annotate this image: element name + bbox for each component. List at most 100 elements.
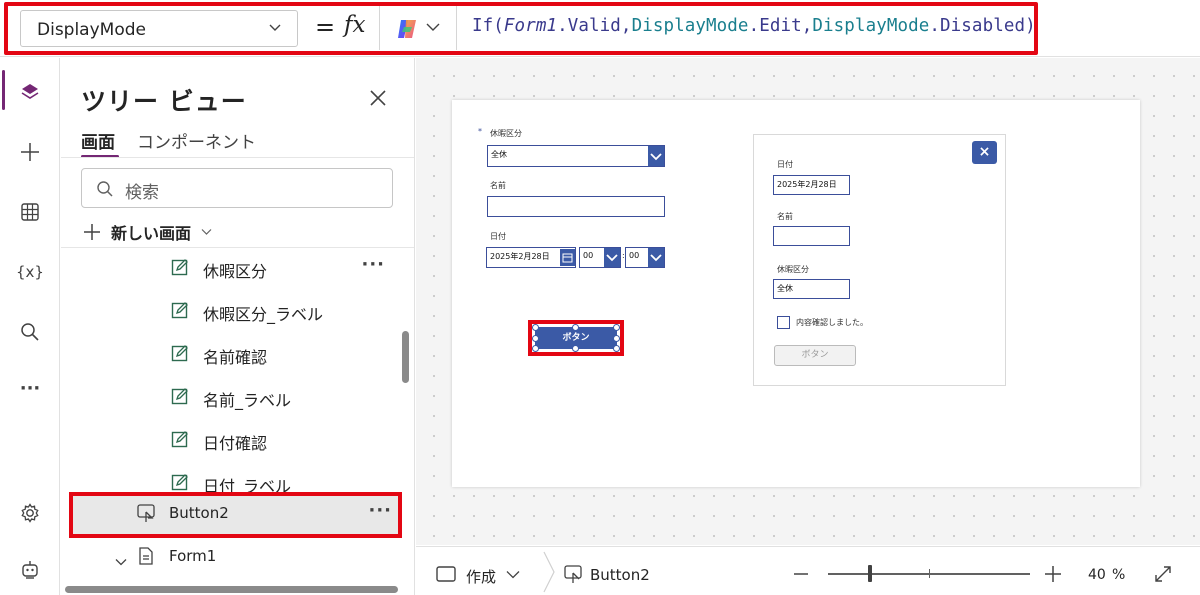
edit-icon [171,473,189,491]
formula-token: Form1 [503,16,558,36]
search-icon [97,181,113,197]
search-placeholder: 検索 [125,183,159,203]
search-input[interactable]: 検索 [81,168,393,208]
tree-item[interactable]: 日付確認 [61,420,401,460]
vertical-scrollbar[interactable] [402,331,409,383]
zoom-in-icon[interactable] [1045,566,1061,582]
tree-item[interactable]: Button2 ··· [73,494,398,534]
mode-label[interactable]: 作成 [466,566,496,587]
tree-item[interactable]: 休暇区分_ラベル [61,291,401,331]
property-dropdown[interactable]: DisplayMode [20,10,298,47]
resize-handle[interactable] [572,345,579,352]
tab-components[interactable]: コンポーネント [137,128,256,153]
disabled-button[interactable]: ボタン [774,345,856,366]
chevron-down-icon[interactable] [648,146,664,166]
chevron-down-icon[interactable] [426,22,440,32]
field-label: 日付 [490,232,506,241]
date-confirm-field[interactable]: 2025年2月28日 [773,175,850,195]
formula-bar: DisplayMode = fx If(Form1.Valid,DisplayM… [0,0,1200,57]
zoom-thumb[interactable] [868,565,872,582]
settings-icon[interactable] [18,501,42,525]
tree-item[interactable]: 休暇区分 ··· [61,248,401,288]
chevron-down-icon[interactable] [115,551,127,570]
fx-icon[interactable]: fx [344,12,365,38]
chevron-down-icon[interactable] [604,248,620,267]
selected-control[interactable]: Button2 [590,566,650,584]
close-button[interactable]: × [972,141,997,164]
chevron-down-icon[interactable] [506,570,520,579]
confirm-checkbox[interactable] [777,316,790,329]
name-input[interactable] [487,196,665,217]
chevron-down-icon [269,24,281,31]
formula-token: If( [472,16,504,36]
edit-icon [171,387,189,405]
close-icon[interactable] [368,88,388,108]
tree-item-label: 名前_ラベル [203,391,292,410]
leave-type-dropdown[interactable]: 全休 [487,145,665,167]
button-icon [564,565,582,583]
name-confirm-field[interactable] [773,226,850,246]
edit-icon [171,430,189,448]
horizontal-scrollbar[interactable] [65,586,398,593]
resize-handle[interactable] [572,324,579,331]
layers-icon[interactable] [18,80,42,104]
add-icon [84,224,100,240]
resize-handle[interactable] [532,345,539,352]
fullscreen-icon[interactable] [1154,565,1172,583]
tree-item-label: 日付確認 [203,434,268,453]
calendar-icon[interactable] [560,249,575,266]
resize-handle[interactable] [613,345,620,352]
search-icon[interactable] [18,320,42,344]
divider [61,157,414,158]
copilot-icon[interactable] [395,17,419,41]
minute-value: 00 [629,251,640,260]
tree-item[interactable]: 名前_ラベル [61,377,401,417]
more-icon[interactable]: ··· [368,500,392,521]
add-icon[interactable] [18,140,42,164]
more-icon[interactable]: ··· [18,376,42,400]
new-screen-label: 新しい画面 [111,224,192,243]
chevron-down-icon [201,229,212,235]
app-window: DisplayMode = fx If(Form1.Valid,DisplayM… [0,0,1200,595]
tree-item-label: 名前確認 [203,348,268,367]
field-label: 休暇区分 [777,265,809,274]
tree-item[interactable]: 名前確認 [61,334,401,374]
tab-screens[interactable]: 画面 [81,128,115,153]
more-icon[interactable]: ··· [361,254,385,275]
date-value: 2025年2月28日 [490,252,550,261]
bot-icon[interactable] [18,557,42,581]
date-value: 2025年2月28日 [777,180,837,189]
tree-item[interactable]: Form1 [61,537,401,577]
panel-title: ツリー ビュー [81,87,247,116]
formula-token: .Edit, [748,16,813,36]
resize-handle[interactable] [532,335,539,342]
dropdown-value: 全休 [491,150,507,159]
leave-confirm-field[interactable]: 全休 [773,279,850,299]
divider [379,6,380,50]
variables-icon[interactable]: {x} [16,260,44,284]
hour-value: 00 [583,251,594,260]
resize-handle[interactable] [613,324,620,331]
form-icon [137,547,155,565]
field-label: 休暇区分 [490,129,522,138]
chevron-right-icon [543,551,555,593]
data-grid-icon[interactable] [18,200,42,224]
formula-token: DisplayMode [812,16,930,36]
new-screen-button[interactable]: 新しい画面 [83,220,212,244]
status-bar: 作成 Button2 40 % [416,546,1200,595]
formula-token: DisplayMode [631,16,749,36]
tree-item-label: Button2 [169,504,229,522]
resize-handle[interactable] [613,335,620,342]
property-name: DisplayMode [37,20,146,40]
edit-icon [171,344,189,362]
chevron-down-icon[interactable] [648,248,664,267]
equals-sign: = [315,13,336,41]
zoom-unit: % [1112,567,1126,583]
resize-handle[interactable] [532,324,539,331]
screen-icon [436,566,456,582]
field-label: 日付 [777,160,793,169]
edit-icon [171,301,189,319]
zoom-out-icon[interactable] [794,573,808,575]
formula-input[interactable]: If(Form1.Valid,DisplayMode.Edit,DisplayM… [472,16,1036,36]
active-indicator [2,70,5,110]
